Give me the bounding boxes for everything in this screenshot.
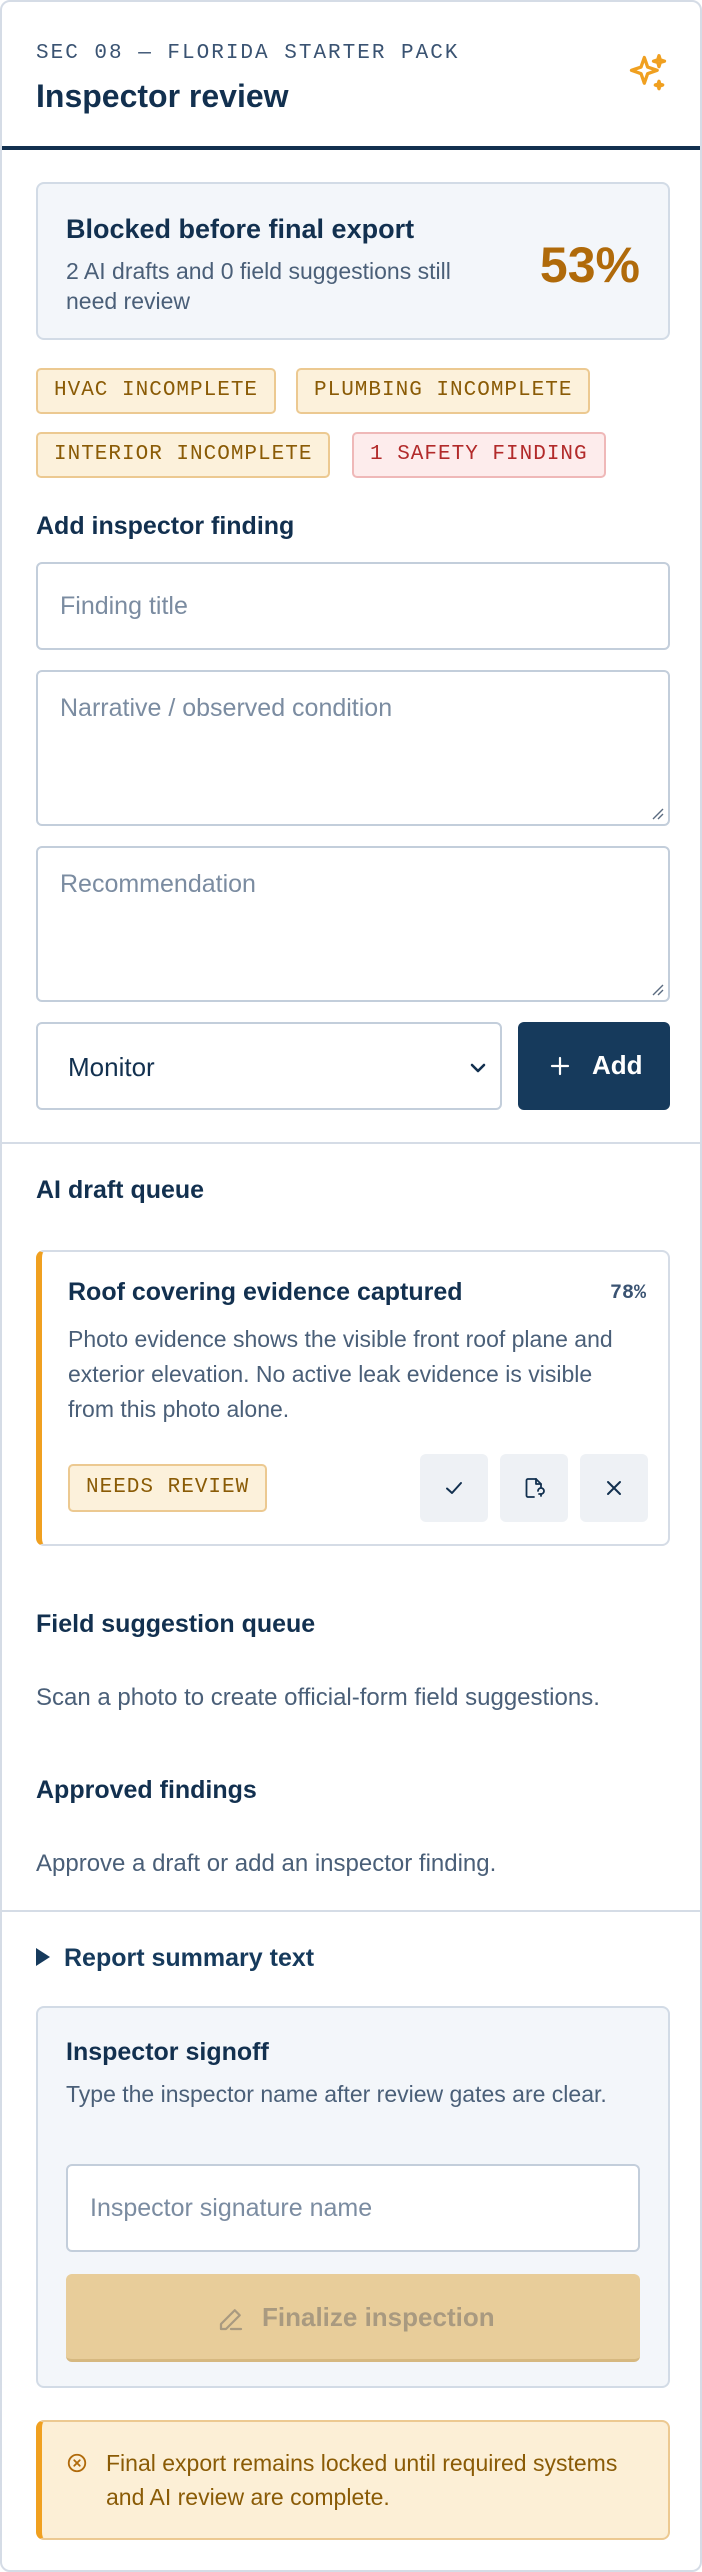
section-eyebrow: SEC 08 — FLORIDA STARTER PACK [36,42,460,65]
draft-confidence: 78% [609,1282,646,1305]
status-title: Blocked before final export [66,214,415,244]
draft-title: Roof covering evidence captured [68,1278,463,1306]
ai-draft-card: Roof covering evidence captured 78% Phot… [36,1250,670,1546]
pencil-icon [219,2309,243,2331]
finding-title-input[interactable]: Finding title [36,562,670,650]
field-suggestion-heading: Field suggestion queue [36,1610,316,1638]
inspector-signoff-card: Inspector signoff Type the inspector nam… [36,2006,670,2388]
resize-handle-icon[interactable] [650,982,664,996]
finalize-button-label: Finalize inspection [262,2302,495,2332]
inspector-review-panel: SEC 08 — FLORIDA STARTER PACK Inspector … [0,0,702,2572]
finding-title-placeholder: Finding title [60,592,188,620]
circle-x-icon [67,2453,87,2473]
check-icon [446,1482,462,1494]
recommendation-textarea[interactable]: Recommendation [36,846,670,1002]
recommendation-placeholder: Recommendation [60,870,256,898]
section-divider [2,1910,700,1912]
narrative-placeholder: Narrative / observed condition [60,694,393,722]
chip-plumbing-incomplete: PLUMBING INCOMPLETE [296,368,591,414]
close-icon [607,1481,621,1495]
export-status-card: Blocked before final export 2 AI drafts … [36,182,670,340]
chip-hvac-incomplete: HVAC INCOMPLETE [36,368,277,414]
chevron-down-icon [470,1063,486,1073]
panel-header: SEC 08 — FLORIDA STARTER PACK Inspector … [2,2,700,150]
disclosure-triangle-icon [36,1948,50,1967]
sparkle-icon[interactable] [626,52,670,96]
signoff-subtitle: Type the inspector name after review gat… [66,2081,607,2107]
section-divider [2,1142,700,1144]
report-summary-label: Report summary text [64,1944,315,1972]
draft-body: Photo evidence shows the visible front r… [68,1326,613,1422]
file-edit-icon [525,1478,545,1498]
severity-value: Monitor [68,1052,155,1082]
reject-draft-button[interactable] [580,1454,648,1522]
approved-findings-heading: Approved findings [36,1776,257,1804]
narrative-textarea[interactable]: Narrative / observed condition [36,670,670,826]
chip-interior-incomplete: INTERIOR INCOMPLETE [36,432,331,478]
completion-percent: 53% [539,237,640,293]
page-title: Inspector review [36,78,289,114]
signature-placeholder: Inspector signature name [90,2194,373,2222]
approve-draft-button[interactable] [420,1454,488,1522]
add-button-label: Add [592,1050,643,1080]
signoff-title: Inspector signoff [66,2038,269,2066]
alert-message: Final export remains locked until requir… [106,2450,618,2510]
ai-draft-queue-heading: AI draft queue [36,1176,205,1204]
field-suggestion-empty: Scan a photo to create official-form fie… [36,1684,600,1711]
resize-handle-icon[interactable] [650,806,664,820]
needs-review-badge: NEEDS REVIEW [68,1464,268,1512]
finalize-inspection-button[interactable]: Finalize inspection [66,2274,640,2362]
plus-icon [550,1056,570,1076]
add-finding-button[interactable]: Add [518,1022,670,1110]
add-finding-heading: Add inspector finding [36,512,295,540]
severity-select[interactable]: Monitor [36,1022,502,1110]
chip-safety-finding: 1 SAFETY FINDING [352,432,606,478]
status-subtitle: 2 AI drafts and 0 field suggestions stil… [66,258,451,314]
approved-findings-empty: Approve a draft or add an inspector find… [36,1850,497,1877]
report-summary-toggle[interactable]: Report summary text [36,1944,314,1973]
edit-draft-button[interactable] [500,1454,568,1522]
export-locked-alert: Final export remains locked until requir… [36,2420,670,2540]
signature-name-input[interactable]: Inspector signature name [66,2164,640,2252]
